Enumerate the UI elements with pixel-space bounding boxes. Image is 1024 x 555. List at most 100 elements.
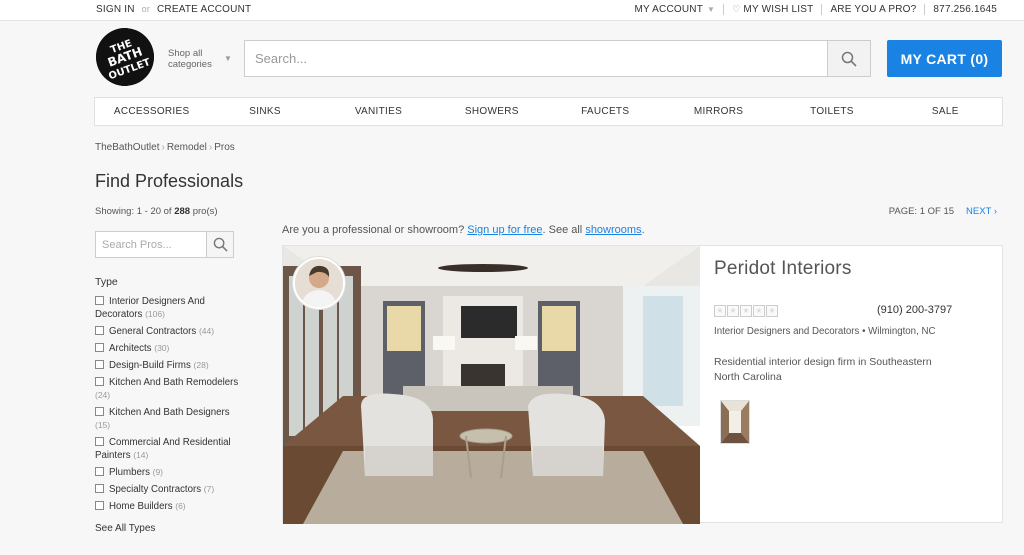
checkbox[interactable] (95, 377, 104, 386)
are-you-pro-link[interactable]: ARE YOU A PRO? (830, 4, 916, 15)
hallway-photo (721, 401, 749, 443)
results-total: 288 (174, 206, 191, 217)
checkbox[interactable] (95, 360, 104, 369)
my-account-label: MY ACCOUNT (634, 4, 704, 15)
shop-all-line2: categories (168, 59, 212, 70)
type-filter-list: Interior Designers And Decorators (106) … (95, 295, 245, 517)
listing-photo[interactable] (283, 246, 700, 524)
nav-item-showers[interactable]: SHOWERS (435, 98, 548, 125)
avatar-photo (295, 259, 343, 307)
pro-avatar[interactable] (293, 257, 345, 309)
filter-count: (9) (152, 467, 164, 477)
filter-option[interactable]: Design-Build Firms (28) (95, 359, 245, 372)
create-account-link[interactable]: CREATE ACCOUNT (157, 4, 251, 15)
search-input[interactable] (245, 41, 827, 76)
filter-label: Home Builders (109, 501, 173, 512)
pro-signup-note: Are you a professional or showroom? Sign… (282, 224, 645, 236)
filter-count: (7) (203, 484, 215, 494)
nav-item-faucets[interactable]: FAUCETS (549, 98, 662, 125)
pagination: PAGE: 1 OF 15 NEXT › (889, 206, 997, 217)
rating-stars: ★ ★ ★ ★ ★ (714, 305, 778, 317)
filter-option[interactable]: Kitchen And Bath Designers (15) (95, 406, 245, 432)
breadcrumb-separator: › (208, 142, 213, 153)
checkbox[interactable] (95, 467, 104, 476)
filter-option[interactable]: Commercial And Residential Painters (14) (95, 436, 245, 462)
checkbox[interactable] (95, 437, 104, 446)
top-utility-bar: SIGN IN or CREATE ACCOUNT MY ACCOUNT ▼ ♡ M… (0, 0, 1024, 21)
search-icon (841, 51, 857, 67)
filter-label: Plumbers (109, 467, 150, 478)
filter-count: (106) (145, 309, 165, 319)
wish-list-label: MY WISH LIST (743, 4, 814, 15)
phone-number[interactable]: 877.256.1645 (933, 4, 997, 15)
wish-list-link[interactable]: ♡ MY WISH LIST (732, 4, 813, 15)
search-pros-box (95, 231, 206, 258)
logo-mark: THE BATH OUTLET (96, 28, 154, 86)
filter-option[interactable]: General Contractors (44) (95, 325, 245, 338)
filter-label: Design-Build Firms (109, 360, 191, 371)
nav-item-accessories[interactable]: ACCESSORIES (95, 98, 208, 125)
checkbox[interactable] (95, 407, 104, 416)
chevron-down-icon[interactable]: ▼ (224, 54, 232, 63)
checkbox[interactable] (95, 343, 104, 352)
my-account-link[interactable]: MY ACCOUNT ▼ (635, 4, 716, 15)
pro-phone[interactable]: (910) 200-3797 (877, 304, 952, 316)
filter-option[interactable]: Kitchen And Bath Remodelers (24) (95, 376, 245, 402)
filter-count: (28) (193, 360, 209, 370)
category-nav: ACCESSORIES SINKS VANITIES SHOWERS FAUCE… (94, 97, 1003, 126)
checkbox[interactable] (95, 501, 104, 510)
my-cart-button[interactable]: MY CART (0) (887, 40, 1002, 77)
filter-count: (24) (95, 390, 111, 400)
filter-count: (44) (198, 326, 215, 336)
page-title: Find Professionals (95, 171, 244, 191)
breadcrumb-separator: › (161, 142, 165, 153)
filter-option[interactable]: Specialty Contractors (7) (95, 483, 245, 496)
star-icon: ★ (727, 305, 739, 317)
see-all-types-link[interactable]: See All Types (95, 523, 155, 534)
search-pros-button[interactable] (206, 231, 234, 258)
nav-item-toilets[interactable]: TOILETS (775, 98, 888, 125)
filter-label: General Contractors (109, 326, 197, 337)
pro-category-location: Interior Designers and Decorators • Wilm… (714, 326, 936, 337)
filter-option[interactable]: Interior Designers And Decorators (106) (95, 295, 245, 321)
star-icon: ★ (766, 305, 778, 317)
pro-name-link[interactable]: Peridot Interiors (714, 258, 852, 280)
filter-option[interactable]: Architects (30) (95, 342, 245, 355)
filter-option[interactable]: Plumbers (9) (95, 466, 245, 479)
star-icon: ★ (753, 305, 765, 317)
filter-option[interactable]: Home Builders (6) (95, 500, 245, 513)
next-page-link[interactable]: NEXT › (966, 206, 997, 217)
or-separator: or (141, 4, 151, 14)
checkbox[interactable] (95, 296, 104, 305)
results-prefix: Showing: 1 - 20 of (95, 206, 172, 217)
nav-item-sinks[interactable]: SINKS (208, 98, 321, 125)
account-links: SIGN IN or CREATE ACCOUNT (96, 4, 251, 15)
star-icon: ★ (740, 305, 752, 317)
search-icon (213, 237, 228, 252)
bath-outlet-logo[interactable]: THE BATH OUTLET (96, 28, 154, 86)
checkbox[interactable] (95, 326, 104, 335)
nav-item-sale[interactable]: SALE (889, 98, 1002, 125)
showrooms-link[interactable]: showrooms (585, 224, 641, 236)
sign-up-link[interactable]: Sign up for free (467, 224, 542, 236)
pro-note-text: . See all (542, 224, 583, 236)
star-icon: ★ (714, 305, 726, 317)
shop-all-categories[interactable]: Shop all categories (168, 48, 212, 70)
results-count: Showing: 1 - 20 of 288 pro(s) (95, 206, 218, 217)
sign-in-link[interactable]: SIGN IN (96, 4, 135, 15)
checkbox[interactable] (95, 484, 104, 493)
breadcrumb-link[interactable]: Remodel (167, 142, 207, 153)
filter-label: Commercial And Residential Painters (95, 437, 231, 461)
filter-label: Kitchen And Bath Designers (109, 407, 230, 418)
project-thumbnail[interactable] (720, 400, 750, 444)
pro-note-text: . (641, 224, 645, 236)
chevron-down-icon: ▼ (707, 5, 716, 14)
search-pros-input[interactable] (96, 232, 206, 257)
breadcrumb: TheBathOutlet › Remodel › Pros (95, 142, 235, 153)
nav-item-mirrors[interactable]: MIRRORS (662, 98, 775, 125)
nav-item-vanities[interactable]: VANITIES (322, 98, 435, 125)
breadcrumb-link[interactable]: TheBathOutlet (95, 142, 159, 153)
search-button[interactable] (827, 40, 871, 77)
page-indicator: PAGE: 1 OF 15 (888, 206, 955, 217)
filter-count: (6) (175, 501, 186, 511)
